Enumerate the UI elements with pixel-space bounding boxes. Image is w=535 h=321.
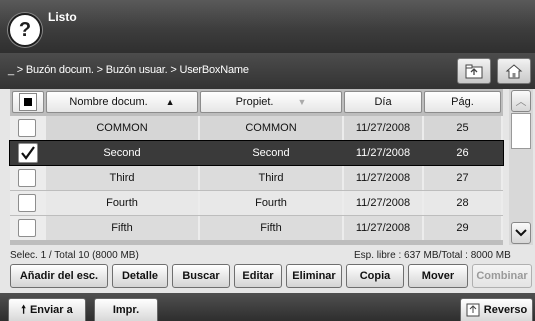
cell-date: 11/27/2008 (344, 191, 422, 215)
row-checkbox[interactable] (18, 169, 36, 187)
table-row[interactable]: Fourth Fourth 11/27/2008 28 (10, 191, 503, 215)
column-header-date[interactable]: Día (344, 91, 422, 113)
scroll-up-button[interactable]: ︿ (511, 90, 531, 112)
table-row[interactable]: Fifth Fifth 11/27/2008 29 (10, 216, 503, 240)
cell-name: Fifth (46, 216, 198, 240)
send-to-button[interactable]: 🠕 Enviar a (8, 298, 86, 321)
back-button[interactable]: Reverso (460, 298, 533, 321)
cell-owner: Second (252, 147, 290, 159)
table-row[interactable]: Third Third 11/27/2008 27 (10, 166, 503, 190)
column-header-pages-label: Pág. (451, 96, 474, 108)
cell-name: Third (46, 166, 198, 190)
column-header-pages[interactable]: Pág. (424, 91, 501, 113)
cell-name: Fourth (46, 191, 198, 215)
arrow-up-icon: 🠕 (21, 303, 26, 316)
cell-pages: 29 (424, 216, 501, 240)
add-from-scan-button[interactable]: Añadir del esc. (10, 264, 108, 288)
back-label: Reverso (483, 304, 528, 316)
edit-button[interactable]: Editar (234, 264, 282, 288)
chevron-down-icon (515, 229, 527, 237)
row-checkbox[interactable] (18, 219, 36, 237)
cell-name: COMMON (46, 116, 198, 140)
cell-date: 11/27/2008 (344, 116, 422, 140)
row-checkbox[interactable] (18, 119, 36, 137)
status-bar (0, 0, 535, 53)
cell-owner: COMMON (200, 116, 342, 140)
combine-button[interactable]: Combinar (472, 264, 532, 288)
cell-pages: 28 (424, 191, 501, 215)
selection-count: Selec. 1 / Total 10 (8000 MB) (10, 250, 139, 261)
free-space-text: Esp. libre : 637 MB/Total : 8000 MB (354, 250, 511, 261)
folder-up-icon (465, 64, 483, 79)
copy-button[interactable]: Copia (346, 264, 404, 288)
cell-pages: 27 (424, 166, 501, 190)
column-header-date-label: Día (374, 96, 392, 108)
column-header-name-label: Nombre docum. (69, 96, 148, 108)
chevron-up-icon: ︿ (515, 96, 527, 108)
sort-ascending-icon: ▲ (165, 97, 175, 107)
status-text: Listo (48, 10, 77, 24)
cell-pages: 26 (456, 147, 469, 159)
cell-owner: Third (200, 166, 342, 190)
table-row[interactable]: COMMON COMMON 11/27/2008 25 (10, 116, 503, 140)
detail-button[interactable]: Detalle (112, 264, 168, 288)
column-header-owner-label: Propiet. (235, 96, 274, 108)
cell-owner: Fifth (200, 216, 342, 240)
home-icon (505, 64, 523, 79)
scrollbar-thumb[interactable] (511, 113, 531, 149)
select-all-checkbox[interactable] (12, 91, 44, 113)
cell-date: 11/27/2008 (344, 216, 422, 240)
breadcrumb: _ > Buzón docum. > Buzón usuar. > UserBo… (8, 64, 249, 76)
scroll-down-button[interactable] (511, 222, 531, 244)
cell-date: 11/27/2008 (344, 166, 422, 190)
home-button[interactable] (497, 58, 531, 84)
row-checkbox[interactable] (18, 194, 36, 212)
help-button[interactable]: ? (8, 13, 42, 47)
search-button[interactable]: Buscar (172, 264, 230, 288)
up-folder-button[interactable] (457, 58, 491, 84)
cell-name: Second (103, 147, 141, 159)
cell-owner: Fourth (200, 191, 342, 215)
column-header-owner[interactable]: Propiet. ▼ (200, 91, 342, 113)
column-header-name[interactable]: Nombre docum. ▲ (46, 91, 198, 113)
cell-pages: 25 (424, 116, 501, 140)
sort-descending-icon: ▼ (297, 97, 307, 107)
print-button[interactable]: Impr. (94, 298, 158, 321)
back-icon (466, 303, 480, 317)
row-checkbox[interactable] (18, 143, 38, 163)
table-row[interactable]: Second Second 11/27/2008 26 (9, 140, 504, 166)
checkmark-icon (21, 146, 35, 160)
send-to-label: Enviar a (29, 304, 73, 316)
move-button[interactable]: Mover (408, 264, 468, 288)
delete-button[interactable]: Eliminar (286, 264, 342, 288)
cell-date: 11/27/2008 (355, 147, 411, 159)
